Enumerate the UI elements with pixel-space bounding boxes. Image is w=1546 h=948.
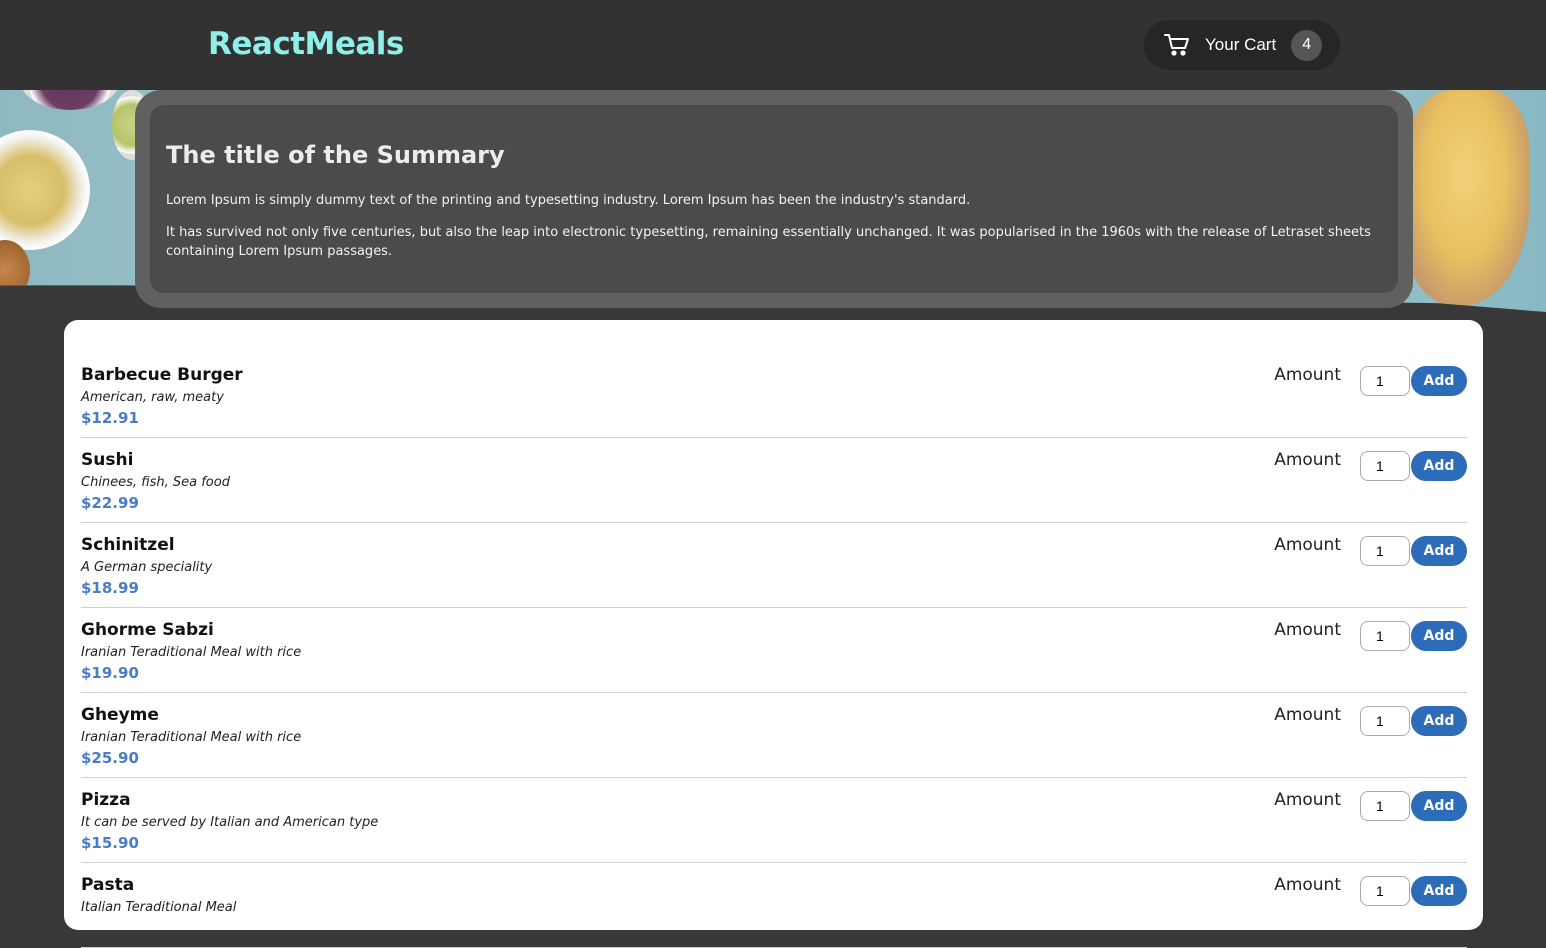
meals-list: Barbecue Burger American, raw, meaty $12… [64, 320, 1483, 948]
amount-label: Amount [1274, 450, 1341, 470]
meal-description: American, raw, meaty [81, 390, 224, 405]
meal-item: Pasta Italian Teraditional Meal Amount A… [81, 863, 1467, 948]
meal-price: $18.99 [81, 579, 139, 597]
amount-input[interactable] [1360, 706, 1410, 736]
meal-name: Barbecue Burger [81, 365, 243, 385]
amount-input[interactable] [1360, 621, 1410, 651]
summary-card: The title of the Summary Lorem Ipsum is … [150, 105, 1398, 293]
meal-item: Barbecue Burger American, raw, meaty $12… [81, 353, 1467, 438]
meal-price: $12.91 [81, 409, 139, 427]
meal-item: Gheyme Iranian Teraditional Meal with ri… [81, 693, 1467, 778]
add-button[interactable]: Add [1411, 536, 1467, 566]
amount-label: Amount [1274, 790, 1341, 810]
meal-description: Chinees, fish, Sea food [81, 475, 230, 490]
amount-label: Amount [1274, 535, 1341, 555]
chips-bag-image [1400, 90, 1530, 305]
meal-name: Schinitzel [81, 535, 175, 555]
add-button[interactable]: Add [1411, 621, 1467, 651]
add-button[interactable]: Add [1411, 366, 1467, 396]
meal-description: Iranian Teraditional Meal with rice [81, 645, 302, 660]
summary-paragraph: It has survived not only five centuries,… [166, 225, 1371, 259]
meal-description: Italian Teraditional Meal [81, 900, 237, 915]
meal-price: $19.90 [81, 664, 139, 682]
add-button[interactable]: Add [1411, 451, 1467, 481]
app-logo: ReactMeals [208, 26, 404, 62]
amount-label: Amount [1274, 620, 1341, 640]
summary-paragraph: Lorem Ipsum is simply dummy text of the … [166, 193, 971, 208]
cart-count-badge: 4 [1291, 29, 1323, 61]
meal-description: A German speciality [81, 560, 213, 575]
amount-input[interactable] [1360, 366, 1410, 396]
cart-icon [1164, 32, 1190, 58]
cart-label: Your Cart [1205, 35, 1277, 54]
meal-name: Ghorme Sabzi [81, 620, 214, 640]
cart-button[interactable]: Your Cart 4 [1144, 20, 1340, 70]
meal-price: $22.99 [81, 494, 139, 512]
add-button[interactable]: Add [1411, 706, 1467, 736]
amount-label: Amount [1274, 705, 1341, 725]
meal-price: $15.90 [81, 834, 139, 852]
amount-label: Amount [1274, 365, 1341, 385]
meal-item: Pizza It can be served by Italian and Am… [81, 778, 1467, 863]
amount-label: Amount [1274, 875, 1341, 895]
amount-input[interactable] [1360, 791, 1410, 821]
amount-input[interactable] [1360, 536, 1410, 566]
add-button[interactable]: Add [1411, 876, 1467, 906]
add-button[interactable]: Add [1411, 791, 1467, 821]
amount-input[interactable] [1360, 876, 1410, 906]
meal-price: $25.90 [81, 749, 139, 767]
amount-input[interactable] [1360, 451, 1410, 481]
meal-name: Pasta [81, 875, 135, 895]
meal-item: Schinitzel A German speciality $18.99 Am… [81, 523, 1467, 608]
app-header: ReactMeals Your Cart 4 [0, 0, 1546, 90]
meal-item: Ghorme Sabzi Iranian Teraditional Meal w… [81, 608, 1467, 693]
pasta-bowl-image [0, 130, 90, 250]
meal-name: Gheyme [81, 705, 159, 725]
meal-name: Pizza [81, 790, 131, 810]
summary-title: The title of the Summary [166, 141, 505, 169]
meal-description: Iranian Teraditional Meal with rice [81, 730, 302, 745]
meal-item: Sushi Chinees, fish, Sea food $22.99 Amo… [81, 438, 1467, 523]
beet-bowl-image [20, 90, 120, 110]
meal-description: It can be served by Italian and American… [81, 815, 379, 830]
meal-name: Sushi [81, 450, 134, 470]
